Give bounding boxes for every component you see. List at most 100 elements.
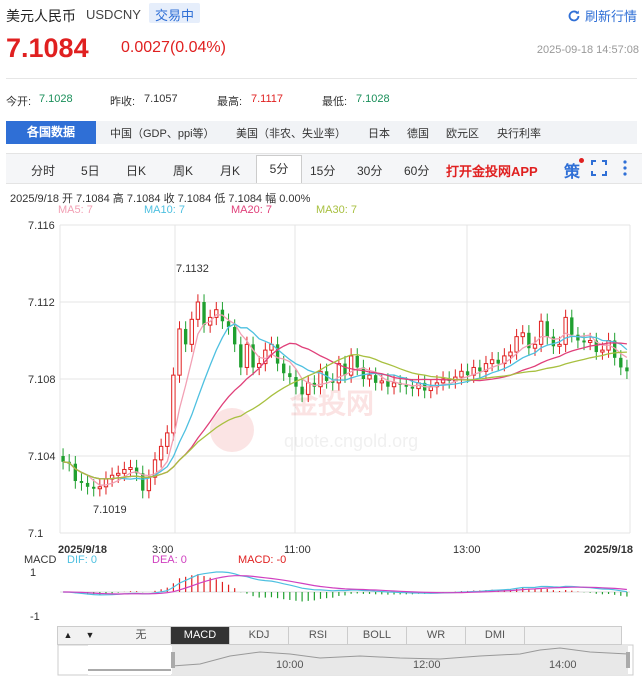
candle-body — [514, 336, 519, 353]
divider — [6, 78, 637, 79]
candle-body — [85, 482, 90, 487]
navigator-time-1: 10:00 — [276, 659, 304, 671]
candle-body — [508, 351, 513, 357]
tab-macd[interactable]: MACD — [171, 627, 230, 644]
tab-15min[interactable]: 15分 — [310, 162, 335, 179]
prev-close-value: 7.1057 — [144, 93, 178, 105]
candle-body — [300, 386, 304, 395]
candle-body — [239, 344, 243, 368]
y-tick-label: 7.1 — [28, 528, 43, 540]
candle-body — [275, 344, 280, 364]
candle-body — [465, 371, 470, 376]
tab-kdj[interactable]: KDJ — [230, 627, 289, 644]
tab-60min[interactable]: 60分 — [404, 162, 429, 179]
open-label: 今开: — [6, 96, 32, 108]
nav-item-germany[interactable]: 德国 — [407, 125, 429, 141]
candle-body — [410, 386, 415, 389]
macd-tick-top: 1 — [30, 567, 36, 579]
instrument-name: 美元人民币 — [6, 8, 76, 24]
y-tick-label: 7.112 — [28, 297, 55, 309]
ohlc-high-label: 高 — [112, 193, 124, 205]
candle-body — [489, 359, 495, 365]
candle-body — [391, 382, 397, 388]
nav-item-usa[interactable]: 美国（非农、失业率） — [236, 125, 346, 141]
navigator-left-handle[interactable] — [171, 652, 175, 668]
candle-body — [532, 343, 538, 349]
tab-5day[interactable]: 5日 — [81, 162, 100, 179]
strategy-button[interactable]: 策 — [564, 158, 580, 182]
candle-body — [141, 473, 145, 491]
tab-none[interactable]: 无 — [112, 627, 171, 644]
y-tick-label: 7.104 — [28, 451, 56, 463]
indicator-tabs: ▲ ▼ 无 MACD KDJ RSI BOLL WR DMI — [57, 626, 622, 645]
ohlc-amp: 0.00% — [279, 193, 311, 205]
candle-body — [195, 301, 201, 320]
candle-body — [373, 375, 378, 383]
low-label: 最低: — [322, 96, 348, 108]
candle-body — [79, 481, 84, 483]
x-tick-label: 11:00 — [284, 544, 311, 556]
price-change: 0.0027(0.04%) — [121, 39, 226, 56]
move-down-icon[interactable]: ▼ — [80, 628, 100, 643]
candle-body — [92, 486, 96, 489]
refresh-button[interactable]: 刷新行情 — [567, 6, 637, 25]
tab-weekly[interactable]: 周K — [173, 162, 193, 179]
y-tick-label: 7.116 — [28, 220, 55, 232]
tab-boll[interactable]: BOLL — [348, 627, 407, 644]
candle-body — [165, 432, 170, 447]
tab-5min[interactable]: 5分 — [256, 155, 302, 183]
navigator-time-2: 12:00 — [413, 659, 441, 671]
tab-rsi[interactable]: RSI — [289, 627, 348, 644]
y-tick-label: 7.108 — [28, 374, 56, 386]
tab-monthly[interactable]: 月K — [220, 162, 240, 179]
candle-body — [97, 486, 103, 490]
navigator-time-3: 14:00 — [549, 659, 577, 671]
candle-body — [306, 382, 311, 395]
candle-body — [570, 317, 574, 335]
nav-item-china[interactable]: 中国（GDP、ppi等） — [110, 125, 215, 141]
candle-body — [355, 355, 359, 368]
more-menu-icon[interactable] — [622, 159, 628, 177]
candle-body — [379, 380, 384, 384]
current-price: 7.1084 — [6, 33, 89, 63]
nav-item-central-bank[interactable]: 央行利率 — [497, 125, 541, 141]
x-tick-label: 2025/9/18 — [584, 544, 633, 556]
dea-line — [63, 575, 627, 595]
instrument-code: USDCNY — [86, 7, 141, 22]
tab-dmi[interactable]: DMI — [466, 627, 525, 644]
max-label: 7.1132 — [176, 263, 209, 275]
navigator-right-handle[interactable] — [626, 652, 630, 668]
candle-body — [386, 380, 390, 387]
candle-body — [582, 340, 586, 343]
tab-daily[interactable]: 日K — [126, 162, 146, 179]
quote-header: 美元人民币 USDCNY 交易中 刷新行情 — [0, 0, 643, 30]
y-axis: 7.116 7.112 7.108 7.104 7.1 — [28, 220, 56, 540]
data-nav: 各国数据 中国（GDP、ppi等） 美国（非农、失业率） 日本 德国 欧元区 央… — [6, 121, 637, 144]
tab-timeshare[interactable]: 分时 — [31, 162, 55, 179]
tab-30min[interactable]: 30分 — [357, 162, 382, 179]
notification-dot — [579, 158, 584, 163]
nav-country-data[interactable]: 各国数据 — [6, 121, 96, 144]
candle-body — [619, 357, 623, 368]
trading-status-badge: 交易中 — [149, 3, 201, 23]
open-app-link[interactable]: 打开金投网APP — [446, 161, 538, 180]
candle-body — [73, 463, 78, 482]
candle-body — [171, 374, 176, 434]
fullscreen-icon[interactable] — [591, 160, 607, 176]
candlestick-chart[interactable]: 金投网 quote.cngold.org 7.116 7.112 7.108 7.10… — [0, 215, 643, 560]
min-label: 7.1019 — [93, 504, 127, 516]
candle-body — [343, 363, 347, 376]
candle-body — [189, 318, 194, 345]
macd-chart: 1 -1 — [30, 567, 630, 623]
navigator[interactable]: 10:00 12:00 14:00 — [0, 644, 643, 677]
candle-body — [459, 370, 464, 378]
quote-datetime: 2025-09-18 14:57:08 — [536, 44, 639, 56]
tab-wr[interactable]: WR — [407, 627, 466, 644]
nav-item-japan[interactable]: 日本 — [368, 125, 390, 141]
candle-body — [202, 302, 206, 326]
candle-body — [538, 320, 544, 345]
candle-body — [557, 343, 562, 347]
watermark: 金投网 quote.cngold.org — [210, 387, 418, 452]
move-up-icon[interactable]: ▲ — [58, 628, 78, 643]
nav-item-eurozone[interactable]: 欧元区 — [446, 125, 479, 141]
